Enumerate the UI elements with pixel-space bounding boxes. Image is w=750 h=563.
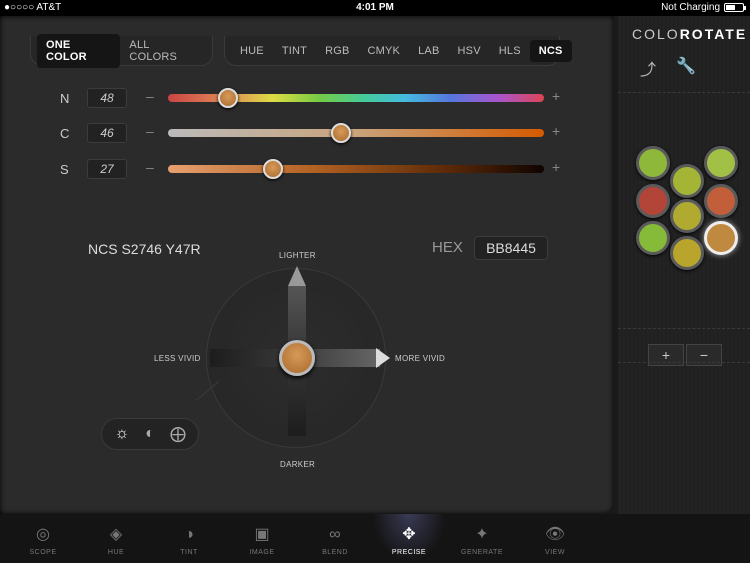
tool-precise[interactable]: ✥ PRECISE xyxy=(372,514,446,563)
tab-one-color[interactable]: ONE COLOR xyxy=(37,33,121,68)
app-logo: COLOROTATE xyxy=(632,26,748,42)
wrench-icon[interactable]: 🔧 xyxy=(676,56,696,76)
decrement-s-button[interactable]: – xyxy=(146,159,154,175)
increment-s-button[interactable]: + xyxy=(552,159,560,175)
less-vivid-label[interactable]: LESS VIVID xyxy=(154,354,201,363)
palette-swatch[interactable] xyxy=(704,221,738,255)
arrow-up-icon[interactable] xyxy=(288,266,306,286)
decrement-n-button[interactable]: – xyxy=(146,88,154,104)
slider-n: N 48 – + xyxy=(60,88,570,108)
slider-value-c[interactable]: 46 xyxy=(87,123,127,143)
tab-ncs[interactable]: NCS xyxy=(529,39,572,62)
status-bar: ●○○○○ AT&T 4:01 PM Not Charging xyxy=(0,0,750,16)
slider-value-s[interactable]: 27 xyxy=(87,159,127,179)
mode-segment: ONE COLOR ALL COLORS xyxy=(30,33,213,68)
palette-panel: COLOROTATE ⤴ 🔧 + − xyxy=(618,16,750,514)
slider-label-c: C xyxy=(60,126,70,141)
tool-hue[interactable]: ◈ HUE xyxy=(79,514,153,563)
current-color-handle[interactable] xyxy=(279,340,315,376)
tab-all-colors[interactable]: ALL COLORS xyxy=(120,34,206,68)
slider-value-n[interactable]: 48 xyxy=(87,88,127,108)
decrement-c-button[interactable]: – xyxy=(146,123,154,139)
slider-knob-n[interactable] xyxy=(218,88,239,108)
divider xyxy=(618,362,750,363)
darker-label[interactable]: DARKER xyxy=(280,460,315,469)
increment-n-button[interactable]: + xyxy=(552,88,560,104)
tool-view[interactable]: 👁 VIEW xyxy=(518,514,592,563)
tab-lab[interactable]: LAB xyxy=(409,40,448,62)
bottom-toolbar: ◎ SCOPE ◈ HUE ◑ TINT ▣ IMAGE ∞ BLEND ✥ PRECISE… xyxy=(0,514,750,563)
palette-swatch[interactable] xyxy=(670,236,704,270)
battery-indicator: Not Charging xyxy=(661,2,746,13)
generate-icon: ✦ xyxy=(475,526,489,543)
tool-tint[interactable]: ◑ TINT xyxy=(152,514,226,563)
slider-label-s: S xyxy=(60,162,69,177)
share-icon[interactable]: ⤴ xyxy=(640,56,656,80)
more-vivid-label[interactable]: MORE VIVID xyxy=(395,354,445,363)
battery-icon xyxy=(724,3,746,12)
divider xyxy=(618,92,750,93)
slider-label-n: N xyxy=(60,91,70,106)
hue-icon: ◈ xyxy=(109,526,123,543)
precise-icon: ✥ xyxy=(402,526,416,543)
slider-s: S 27 – + xyxy=(60,159,570,179)
palette-swatch[interactable] xyxy=(670,164,704,198)
hex-input[interactable]: BB8445 xyxy=(474,236,548,260)
tab-tint[interactable]: TINT xyxy=(273,40,316,62)
slider-c: C 46 – + xyxy=(60,123,570,143)
palette-swatch[interactable] xyxy=(636,221,670,255)
ncs-code-label: NCS S2746 Y47R xyxy=(88,241,201,257)
hex-label: HEX xyxy=(432,239,463,256)
increment-c-button[interactable]: + xyxy=(552,123,560,139)
tool-image[interactable]: ▣ IMAGE xyxy=(225,514,299,563)
tab-hsv[interactable]: HSV xyxy=(449,40,490,62)
palette-swatch[interactable] xyxy=(704,184,738,218)
color-space-segment: HUE TINT RGB CMYK LAB HSV HLS NCS xyxy=(224,36,572,66)
tab-hue[interactable]: HUE xyxy=(231,40,273,62)
slider-track-c[interactable] xyxy=(168,129,544,137)
image-icon: ▣ xyxy=(254,526,270,543)
sun-icon[interactable]: ☼ xyxy=(110,425,134,443)
palette-swatch[interactable] xyxy=(636,184,670,218)
divider xyxy=(618,328,750,329)
tool-generate[interactable]: ✦ GENERATE xyxy=(445,514,519,563)
slider-knob-c[interactable] xyxy=(330,123,351,143)
slider-track-s[interactable] xyxy=(168,165,544,173)
tab-rgb[interactable]: RGB xyxy=(316,40,358,62)
tab-hls[interactable]: HLS xyxy=(490,40,530,62)
arrow-right-icon[interactable] xyxy=(376,348,390,368)
adjust-mode-toggle: ☼ ◐ ⨁ xyxy=(101,418,199,450)
clock: 4:01 PM xyxy=(356,2,394,13)
palette-swatch[interactable] xyxy=(704,146,738,180)
tint-icon: ◑ xyxy=(184,526,194,543)
arrows-icon[interactable]: ⨁ xyxy=(166,424,190,444)
slider-knob-s[interactable] xyxy=(263,159,284,179)
blend-icon: ∞ xyxy=(329,526,341,543)
battery-status-text: Not Charging xyxy=(661,2,720,13)
tool-scope[interactable]: ◎ SCOPE xyxy=(6,514,80,563)
palette-swatch[interactable] xyxy=(670,199,704,233)
contrast-icon[interactable]: ◐ xyxy=(138,425,162,443)
palette-swatch[interactable] xyxy=(636,146,670,180)
tab-cmyk[interactable]: CMYK xyxy=(359,40,410,62)
tool-blend[interactable]: ∞ BLEND xyxy=(298,514,372,563)
scope-icon: ◎ xyxy=(36,526,50,543)
lighter-label[interactable]: LIGHTER xyxy=(279,251,316,260)
view-icon: 👁 xyxy=(544,526,566,543)
